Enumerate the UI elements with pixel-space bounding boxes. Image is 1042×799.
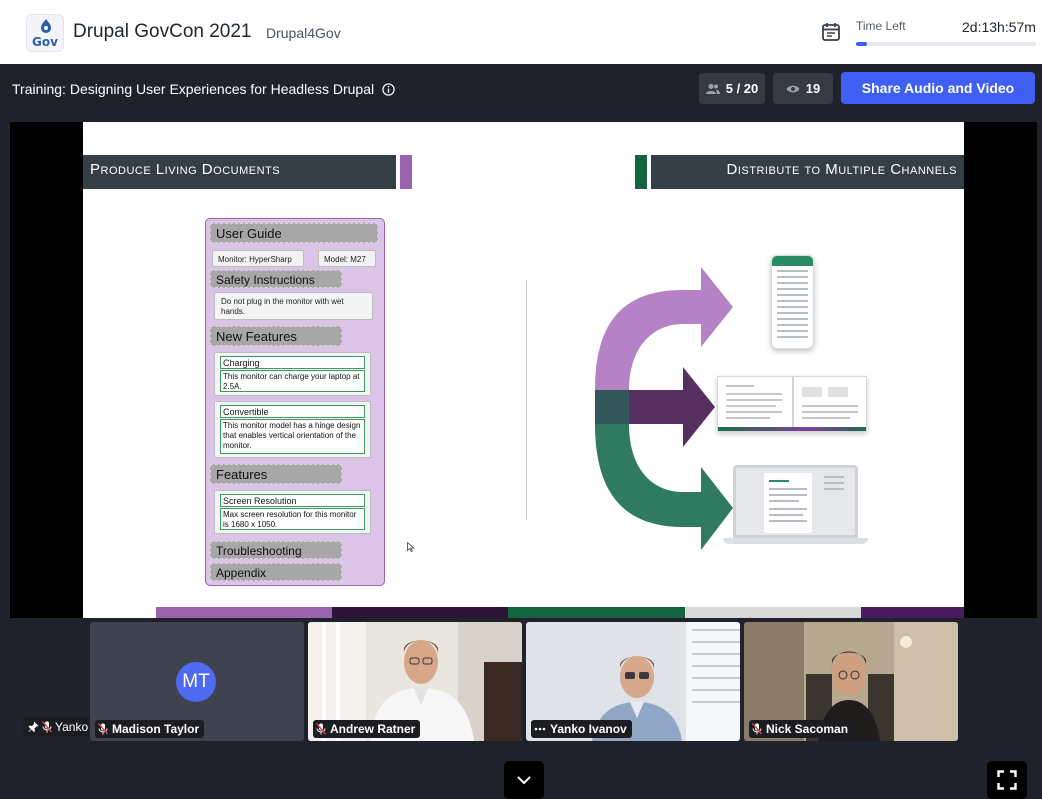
phone-preview [771, 255, 814, 349]
fullscreen-icon [997, 770, 1017, 790]
participant-name: Yanko Ivanov [550, 722, 627, 736]
participant-tile-andrew[interactable]: Andrew Ratner [308, 622, 522, 741]
slide-divider [526, 280, 527, 520]
speaking-dots-icon [534, 727, 546, 731]
section-features: Features [210, 464, 342, 484]
participants-count: 5 / 20 [725, 81, 759, 96]
section-user-guide: User Guide [210, 223, 378, 243]
main-stage: Produce Living Documents Distribute to M… [10, 122, 1037, 736]
eye-icon [786, 85, 800, 92]
chip-model: Model: M27 [318, 250, 376, 267]
chip-monitor: Monitor: HyperSharp [212, 250, 304, 267]
fullscreen-button[interactable] [987, 761, 1027, 799]
slide-heading-right: Distribute to Multiple Channels [651, 155, 964, 189]
drupal-drop-icon [41, 19, 51, 33]
participant-name-tag: Yanko Ivanov [531, 720, 632, 738]
participant-name-tag: Andrew Ratner [313, 720, 421, 738]
feature-card-resolution: Screen Resolution Max screen resolution … [214, 490, 371, 534]
participants-count-button[interactable]: 5 / 20 [699, 73, 765, 104]
feature-card-charging: Charging This monitor can charge your la… [214, 352, 371, 396]
feature-text-charging: This monitor can charge your laptop at 2… [220, 370, 365, 392]
time-left-value: 2d:13h:57m [962, 19, 1036, 35]
laptop-preview-base [723, 538, 868, 544]
participant-name: Andrew Ratner [330, 722, 416, 736]
avatar: MT [176, 662, 216, 702]
time-left-label: Time Left [856, 19, 906, 33]
collapse-tiles-button[interactable] [504, 761, 544, 799]
feature-title-resolution: Screen Resolution [220, 494, 365, 507]
top-header: Gov Drupal GovCon 2021 Drupal4Gov Time L… [0, 0, 1042, 64]
mic-muted-icon [42, 720, 52, 732]
slide-heading-left: Produce Living Documents [83, 155, 396, 189]
time-progress-track [856, 42, 1036, 46]
feature-title-charging: Charging [220, 356, 365, 369]
heading-accent-purple [400, 155, 412, 189]
chevron-down-icon [517, 776, 531, 784]
share-audio-video-button[interactable]: Share Audio and Video [841, 72, 1035, 104]
calendar-icon[interactable] [821, 22, 841, 42]
participant-name: Nick Sacoman [766, 722, 849, 736]
section-appendix: Appendix [210, 563, 342, 581]
shared-slide: Produce Living Documents Distribute to M… [83, 122, 964, 618]
feature-card-convertible: Convertible This monitor model has a hin… [214, 401, 371, 458]
viewers-count-button[interactable]: 19 [773, 73, 833, 104]
slide-footer-strip [156, 607, 964, 618]
heading-accent-green [635, 155, 647, 189]
laptop-preview [733, 465, 858, 538]
participant-tile-yanko[interactable]: Yanko Ivanov [526, 622, 740, 741]
section-safety-instructions: Safety Instructions [210, 270, 342, 288]
participant-name: Madison Taylor [112, 722, 200, 736]
safety-text-card: Do not plug in the monitor with wet hand… [214, 292, 373, 320]
session-title: Training: Designing User Experiences for… [12, 81, 395, 97]
participant-tile-madison[interactable]: MT Madison Taylor [90, 622, 304, 741]
time-progress-fill [856, 42, 867, 46]
event-title: Drupal GovCon 2021 [73, 21, 252, 42]
people-icon [705, 83, 720, 94]
pin-icon[interactable] [28, 721, 39, 733]
print-manual-preview [717, 376, 867, 432]
document-outline-panel: User Guide Monitor: HyperSharp Model: M2… [205, 218, 385, 586]
session-title-text: Training: Designing User Experiences for… [12, 81, 375, 97]
section-new-features: New Features [210, 326, 342, 346]
mic-muted-icon [98, 723, 108, 735]
section-troubleshooting: Troubleshooting [210, 541, 342, 559]
participant-tile-nick[interactable]: Nick Sacoman [744, 622, 958, 741]
feature-title-convertible: Convertible [220, 405, 365, 418]
mic-muted-icon [316, 723, 326, 735]
phone-preview-header [772, 256, 813, 266]
info-icon[interactable] [382, 83, 395, 96]
organizer-name[interactable]: Drupal4Gov [266, 25, 341, 41]
logo-text: Gov [32, 35, 58, 49]
mic-muted-icon [752, 723, 762, 735]
feature-text-resolution: Max screen resolution for this monitor i… [220, 508, 365, 530]
mouse-cursor-icon [407, 542, 415, 552]
participant-name-tag: Madison Taylor [95, 720, 205, 738]
viewers-count: 19 [805, 81, 821, 96]
event-logo[interactable]: Gov [26, 14, 64, 52]
participant-name-tag: Nick Sacoman [749, 720, 854, 738]
feature-text-convertible: This monitor model has a hinge design th… [220, 419, 365, 454]
